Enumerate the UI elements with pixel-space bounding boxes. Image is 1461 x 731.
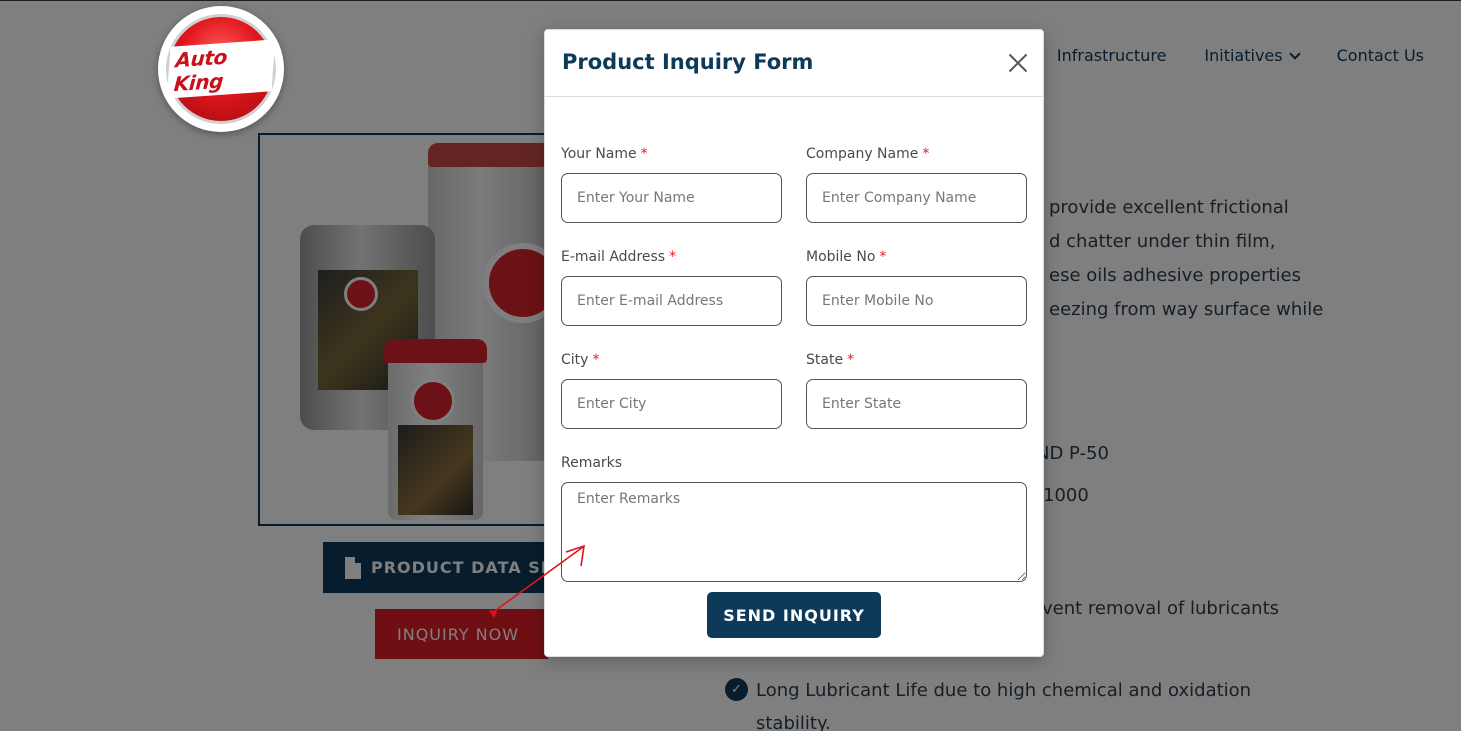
product-inquiry-modal: Product Inquiry Form Your Name* Company … [544,29,1044,657]
your-name-input[interactable] [561,173,782,223]
mobile-label: Mobile No * [806,249,886,265]
email-label-text: E-mail Address [561,249,666,265]
brand-logo[interactable]: Auto King [158,6,284,132]
remarks-label: Remarks [561,455,623,471]
company-name-label: Company Name * [806,146,929,162]
mobile-label-text: Mobile No [806,249,876,265]
logo-text: Auto King [166,39,276,99]
required-marker: * [879,249,887,265]
required-marker: * [640,146,648,162]
state-input[interactable] [806,379,1027,429]
required-marker: * [922,146,930,162]
send-inquiry-button[interactable]: SEND INQUIRY [707,592,881,638]
mobile-input[interactable] [806,276,1027,326]
your-name-label: Your Name * [561,146,648,162]
close-icon[interactable] [1007,52,1029,74]
city-label: City * [561,352,599,368]
email-input[interactable] [561,276,782,326]
email-label: E-mail Address * [561,249,676,265]
state-label: State * [806,352,854,368]
city-input[interactable] [561,379,782,429]
state-label-text: State [806,352,844,368]
required-marker: * [847,352,855,368]
company-name-input[interactable] [806,173,1027,223]
required-marker: * [592,352,600,368]
required-marker: * [669,249,677,265]
city-label-text: City [561,352,589,368]
modal-header: Product Inquiry Form [545,30,1043,97]
modal-title: Product Inquiry Form [562,50,814,74]
company-name-label-text: Company Name [806,146,919,162]
logo-badge: Auto King [166,14,276,124]
your-name-label-text: Your Name [561,146,637,162]
remarks-textarea[interactable] [561,482,1027,582]
